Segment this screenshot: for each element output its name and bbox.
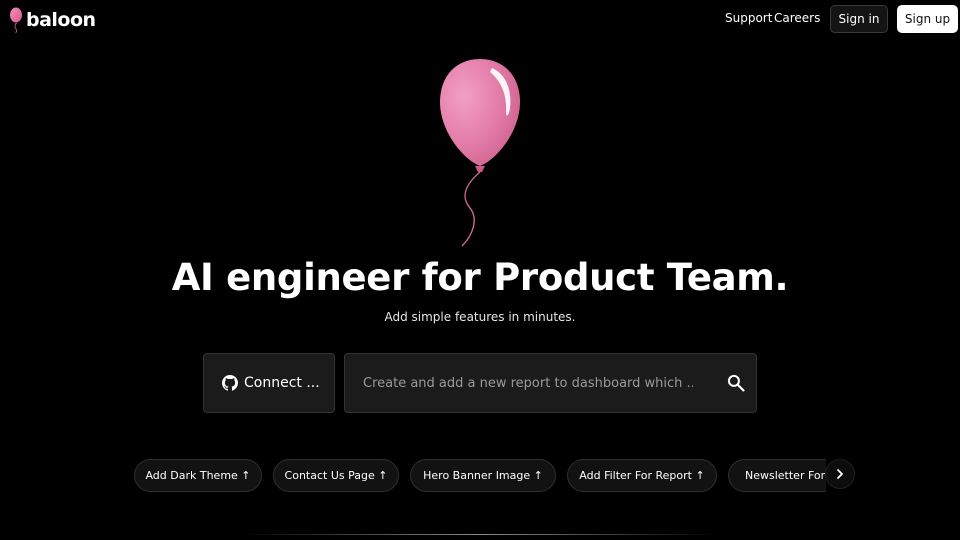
balloon-illustration bbox=[440, 59, 520, 247]
logo[interactable]: baloon bbox=[9, 7, 96, 33]
hero-subtitle: Add simple features in minutes. bbox=[384, 310, 576, 324]
prompt-box bbox=[344, 353, 757, 413]
connect-repo-button[interactable]: Connect ... bbox=[203, 353, 335, 413]
suggestion-chip[interactable]: Contact Us Page ↑ bbox=[273, 459, 399, 492]
logo-text: baloon bbox=[26, 9, 96, 31]
bottom-divider bbox=[240, 534, 720, 535]
suggestion-chip[interactable]: Newsletter Form ↑ bbox=[728, 459, 826, 492]
suggestions-next-button[interactable] bbox=[825, 459, 855, 489]
balloon-logo-icon bbox=[10, 7, 22, 33]
nav-careers-link[interactable]: Careers bbox=[774, 11, 820, 25]
connect-label: Connect ... bbox=[244, 375, 320, 391]
sign-up-button[interactable]: Sign up bbox=[897, 5, 958, 33]
suggestion-chips: Add Dark Theme ↑ Contact Us Page ↑ Hero … bbox=[134, 459, 826, 493]
prompt-input[interactable] bbox=[363, 354, 693, 412]
hero-title: AI engineer for Product Team. bbox=[171, 256, 789, 299]
nav-support-link[interactable]: Support bbox=[725, 11, 772, 25]
search-icon[interactable] bbox=[726, 373, 746, 393]
chevron-right-icon bbox=[837, 469, 843, 479]
suggestion-chip[interactable]: Add Filter For Report ↑ bbox=[567, 459, 717, 492]
sign-in-button[interactable]: Sign in bbox=[830, 5, 888, 33]
suggestion-chip[interactable]: Add Dark Theme ↑ bbox=[134, 459, 262, 492]
suggestion-chip[interactable]: Hero Banner Image ↑ bbox=[410, 459, 556, 492]
github-icon bbox=[222, 375, 238, 391]
